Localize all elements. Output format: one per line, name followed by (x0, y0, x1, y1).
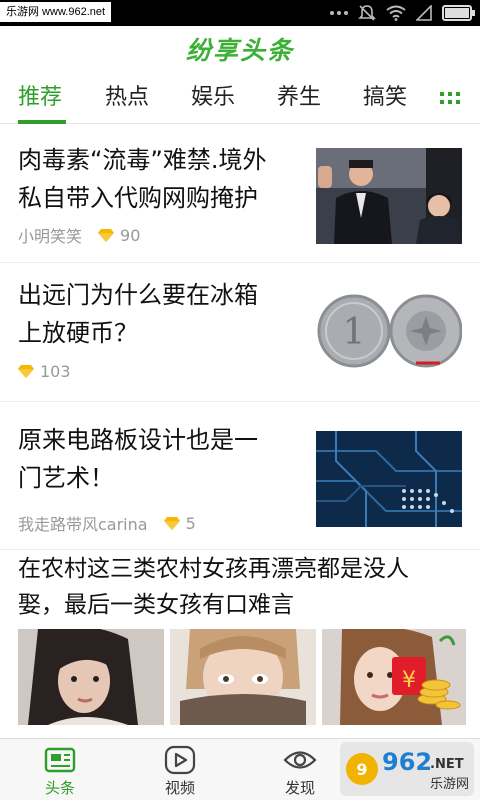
battery-icon (442, 5, 475, 21)
nav-label: 发现 (284, 779, 315, 797)
site-watermark-logo: 9 962 .NET 乐游网 (340, 742, 474, 796)
article-image-2 (170, 629, 316, 725)
article-item[interactable]: 原来电路板设计也是一 门艺术！ 我走路带风carina 5 (0, 403, 480, 550)
status-bar: 乐游网 www.962.net (0, 0, 480, 26)
article-author: 小明笑笑 (18, 227, 83, 246)
bell-off-icon (358, 5, 376, 21)
app-header: 纷享头条 (0, 26, 480, 72)
article-title: 出远门为什么要在冰箱 上放硬币？ (18, 281, 258, 347)
article-thumbnail: 1 (316, 286, 462, 376)
nav-video[interactable]: 视频 (140, 739, 220, 800)
svg-text:962: 962 (382, 748, 432, 776)
eye-icon (283, 751, 317, 769)
app-logo: 纷享头条 (185, 36, 294, 65)
article-item[interactable]: 肉毒素“流毒”难禁.境外 私自带入代购网购掩护 小明笑笑 90 (0, 125, 480, 263)
tab-recommended[interactable]: 推荐 (18, 82, 62, 114)
svg-text:9: 9 (356, 760, 367, 779)
article-image-1 (18, 629, 164, 725)
play-icon (164, 745, 196, 775)
category-tabs: 推荐 热点 娱乐 养生 搞笑 (0, 72, 480, 124)
more-categories-icon[interactable] (440, 92, 460, 106)
article-title: 原来电路板设计也是一 门艺术！ (18, 426, 258, 492)
article-title: 肉毒素“流毒”难禁.境外 私自带入代购网购掩护 (18, 146, 267, 212)
tab-hot[interactable]: 热点 (105, 82, 149, 114)
gem-icon (18, 365, 34, 378)
article-score: 5 (185, 513, 196, 533)
active-tab-indicator (18, 120, 66, 124)
article-meta: 我走路带风carina 5 (18, 511, 196, 535)
article-score: 103 (40, 362, 71, 381)
nav-label: 头条 (44, 779, 75, 797)
article-author: 我走路带风carina (18, 515, 148, 534)
tab-health[interactable]: 养生 (277, 82, 321, 114)
article-item[interactable]: 出远门为什么要在冰箱 上放硬币？ 103 1 (0, 264, 480, 402)
watermark-badge: 乐游网 www.962.net (0, 2, 112, 22)
gem-icon (98, 228, 115, 242)
news-icon (44, 747, 76, 773)
svg-text:¥: ¥ (402, 668, 416, 693)
status-icons (330, 3, 475, 23)
gem-icon (163, 516, 180, 530)
svg-text:乐游网: 乐游网 (430, 777, 469, 792)
article-meta: 103 (18, 362, 71, 381)
tab-entertainment[interactable]: 娱乐 (191, 82, 235, 114)
cell-signal-icon (416, 5, 432, 21)
article-thumbnail (316, 431, 462, 527)
nav-label: 视频 (164, 779, 195, 797)
article-thumbnail (316, 148, 462, 244)
tab-funny[interactable]: 搞笑 (363, 82, 407, 114)
nav-discover[interactable]: 发现 (260, 739, 340, 800)
article-meta: 小明笑笑 90 (18, 223, 140, 247)
article-score: 90 (120, 225, 141, 245)
signal-dots-icon (330, 11, 348, 15)
article-title: 在农村这三类农村女孩再漂亮都是没人 娶，最后一类女孩有口难言 (18, 556, 409, 618)
svg-text:.NET: .NET (430, 757, 464, 772)
wifi-icon (386, 5, 406, 21)
coin-numeral: 1 (343, 312, 366, 353)
article-image-3: ¥ (322, 629, 466, 725)
nav-headlines[interactable]: 头条 (20, 739, 100, 800)
